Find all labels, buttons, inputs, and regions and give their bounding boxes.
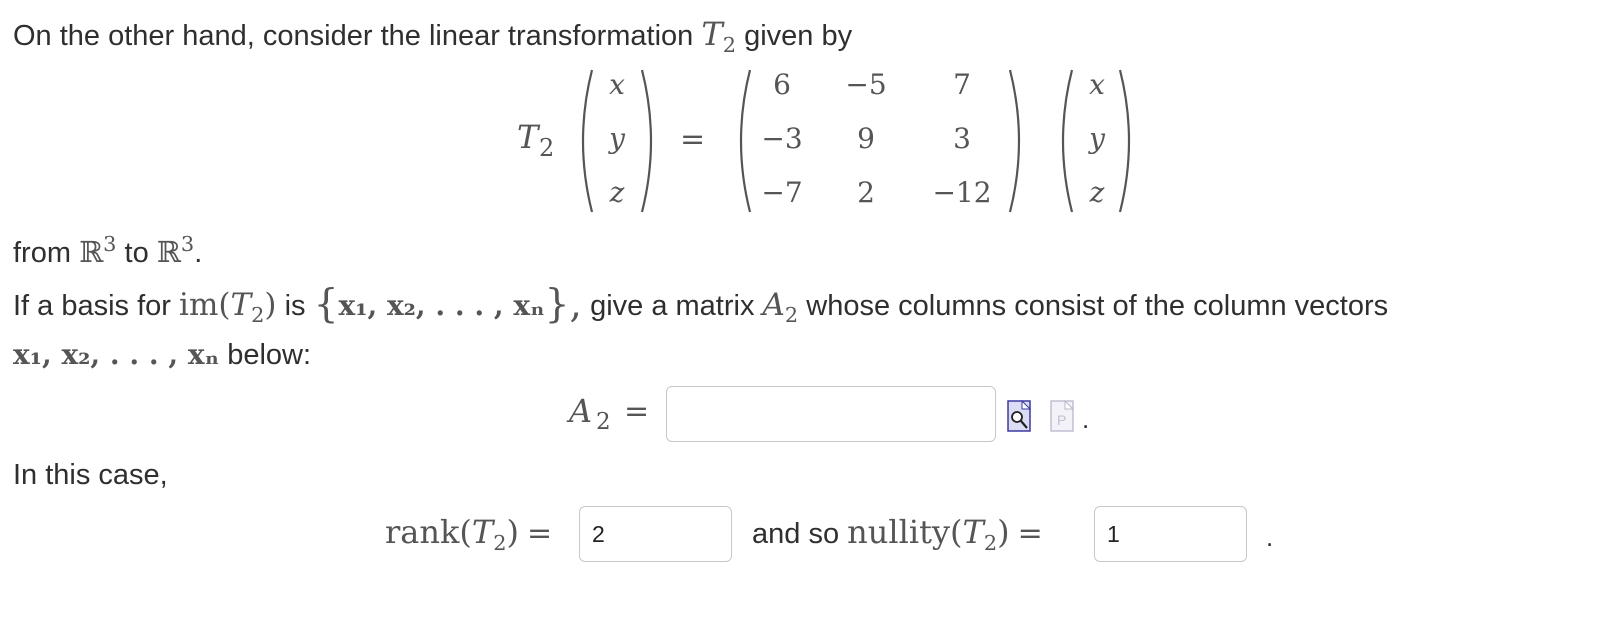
vectors-line: x₁, x₂, . . . , xₙ below: (13, 337, 311, 373)
answer-trailing-period: . (1082, 404, 1090, 434)
matrix-cell-3-3: −12 (932, 176, 992, 209)
domain-exponent: 3 (103, 231, 117, 256)
matrix-cell-2-3: 3 (953, 122, 971, 155)
rank-input[interactable] (579, 506, 732, 562)
rank-close-paren: ) (506, 513, 519, 551)
output-left-paren-icon (1061, 69, 1074, 213)
input-vector-z: z (609, 176, 625, 209)
left-paren-icon (581, 69, 594, 213)
basis-is: is (284, 290, 306, 322)
output-right-paren-icon (1118, 69, 1131, 213)
and-so-text: and so (752, 518, 840, 550)
case-text: In this case, (13, 459, 168, 491)
rank-operator: rank( (385, 513, 472, 551)
below-text: below: (227, 339, 312, 371)
nullity-label: and so nullity(T2) = (752, 513, 1043, 556)
input-vector-y: y (609, 122, 625, 155)
intro-T-symbol: T (701, 15, 723, 53)
matrix-cell-3-1: −7 (761, 176, 803, 209)
nullity-T-symbol: T (962, 513, 984, 551)
equation-equals: = (680, 122, 706, 157)
basis-prefix: If a basis for (13, 290, 171, 322)
codomain-R-symbol: ℝ (156, 235, 181, 269)
rank-T-symbol: T (471, 513, 494, 551)
matrix-right-paren-icon (1008, 69, 1021, 213)
nullity-close-paren: ) (997, 513, 1010, 551)
image-close-paren: ) (264, 287, 277, 323)
set-open-brace: { (313, 281, 339, 327)
nullity-T-subscript: 2 (983, 531, 998, 556)
matrix-cell-3-2: 2 (857, 176, 875, 209)
rank-equals: = (527, 516, 553, 551)
to-word: to (124, 237, 149, 269)
basis-rest: whose columns consist of the column vect… (806, 290, 1389, 322)
matrix-left-paren-icon (739, 69, 752, 213)
column-vector-list: x₁, x₂, . . . , xₙ (13, 338, 220, 371)
matrix-cell-1-2: −5 (845, 68, 887, 101)
transformation-equation: T 2 x y z = 6 −5 7 −3 9 3 −7 2 −12 x y z (0, 60, 1604, 220)
nullity-operator: nullity( (847, 513, 963, 551)
from-word: from (13, 237, 71, 269)
nullity-input[interactable] (1094, 506, 1247, 562)
matrix-preview-icon[interactable] (1007, 400, 1031, 432)
answer-A-subscript: 2 (596, 409, 611, 435)
matrix-cell-1-3: 7 (953, 68, 971, 101)
set-close-brace: }, (544, 281, 582, 327)
nullity-equals: = (1017, 516, 1043, 551)
output-vector-y: y (1089, 122, 1105, 155)
image-operator: im( (179, 287, 231, 323)
answer-A-symbol: A (569, 392, 593, 430)
basis-line: If a basis for im(T2) is {x₁, x₂, . . . … (13, 281, 1389, 328)
matrix-cell-2-2: 9 (857, 122, 875, 155)
intro-text: On the other hand, consider the linear t… (13, 20, 694, 52)
equation-T-subscript: 2 (539, 134, 555, 162)
output-vector-x: x (1089, 68, 1105, 101)
intro-T-subscript: 2 (722, 33, 736, 58)
intro-line: On the other hand, consider the linear t… (13, 15, 853, 58)
basis-vector-set: x₁, x₂, . . . , xₙ (338, 289, 545, 322)
basis-give: give a matrix (590, 290, 755, 322)
domain-codomain-line: from ℝ3 to ℝ3. (13, 231, 203, 273)
equation-T-symbol: T (517, 118, 539, 156)
rank-label: rank(T2) = (385, 513, 553, 556)
basis-T-symbol: T (230, 287, 252, 323)
basis-A-subscript: 2 (784, 303, 799, 328)
nullity-trailing-period: . (1266, 522, 1274, 552)
domain-line-period: . (194, 237, 203, 269)
basis-A-symbol: A (762, 287, 785, 323)
codomain-exponent: 3 (180, 231, 195, 256)
matrix-cell-2-1: −3 (761, 122, 803, 155)
matrix-answer-input[interactable] (666, 386, 996, 442)
domain-R-symbol: ℝ (79, 235, 104, 269)
paste-icon[interactable]: P (1050, 400, 1074, 432)
input-vector-x: x (609, 68, 625, 101)
right-paren-icon (640, 69, 653, 213)
output-vector-z: z (1089, 176, 1105, 209)
svg-text:P: P (1057, 412, 1066, 428)
matrix-cell-1-1: 6 (773, 68, 791, 101)
rank-T-subscript: 2 (493, 531, 507, 556)
basis-T-subscript: 2 (251, 303, 265, 328)
answer-A-equals: = (624, 394, 650, 429)
intro-suffix: given by (744, 20, 853, 52)
